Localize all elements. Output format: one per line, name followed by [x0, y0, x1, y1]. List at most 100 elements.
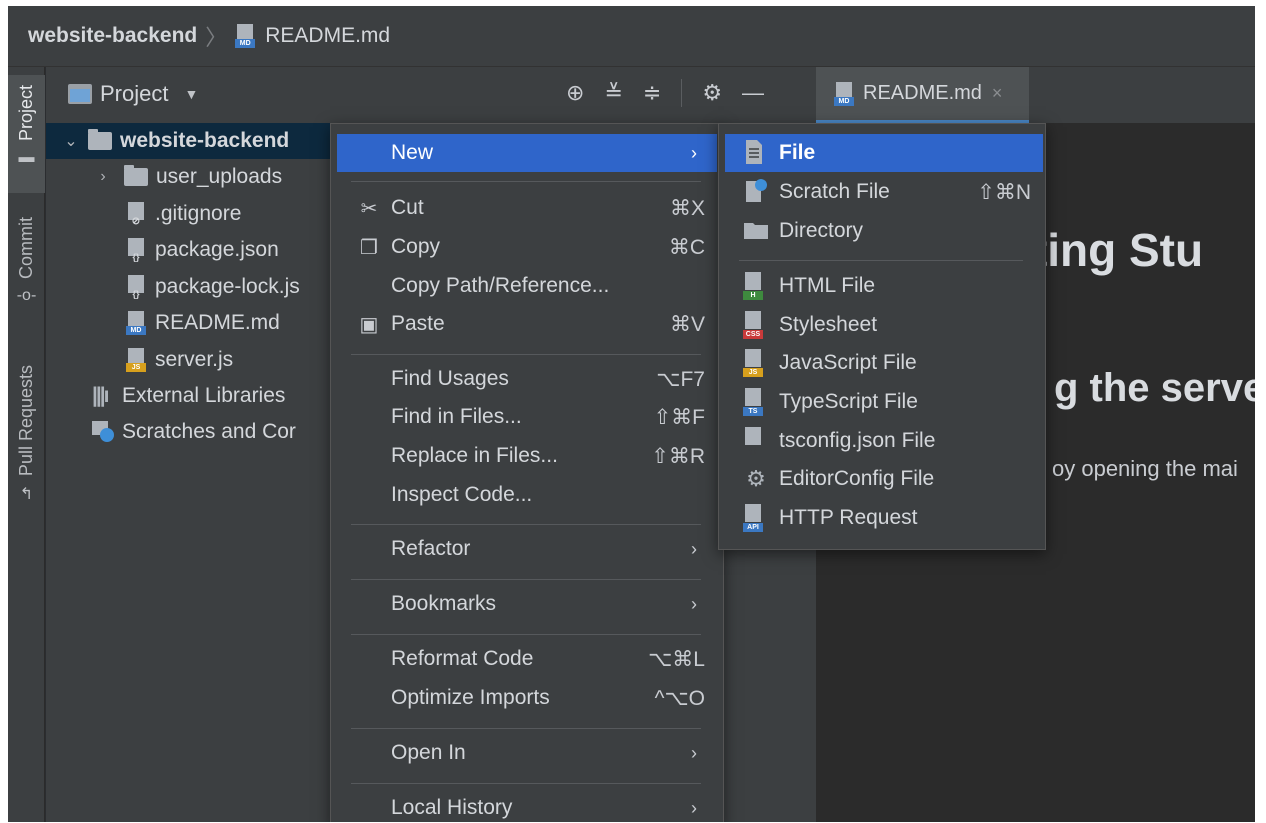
- menu-item-shortcut: ⌘V: [669, 312, 705, 336]
- submenu-item-label: TypeScript File: [779, 390, 918, 413]
- stripe-commit-button[interactable]: Commit -o-: [8, 217, 45, 327]
- menu-item-new[interactable]: New ›: [337, 134, 717, 172]
- menu-item-copy-path[interactable]: Copy Path/Reference...: [337, 267, 717, 305]
- breadcrumb-root[interactable]: website-backend: [28, 24, 197, 48]
- menu-item-label: Replace in Files...: [391, 444, 558, 467]
- scratches-icon: [92, 421, 122, 443]
- menu-item-cut[interactable]: ✂ Cut ⌘X: [337, 189, 717, 227]
- close-icon[interactable]: ×: [992, 83, 1003, 104]
- chevron-down-icon: ▼: [184, 86, 199, 102]
- menu-separator: [351, 579, 701, 580]
- tree-item-readme[interactable]: MD README.md: [126, 305, 280, 341]
- menu-separator: [351, 634, 701, 635]
- file-icon: [743, 139, 769, 167]
- tree-root-website-backend[interactable]: ⌄ website-backend: [46, 123, 336, 159]
- tree-item-label: user_uploads: [156, 165, 283, 188]
- copy-icon: ❐: [360, 236, 378, 259]
- project-header-tools: ⊕ ≚ ≑ ⚙ —: [566, 79, 764, 107]
- project-panel-header: Project ▼ ⊕ ≚ ≑ ⚙ —: [46, 67, 816, 123]
- menu-item-find-in-files[interactable]: Find in Files... ⇧⌘F: [337, 398, 717, 436]
- chevron-right-icon: ›: [691, 593, 697, 614]
- submenu-item-stylesheet[interactable]: CSS Stylesheet: [725, 306, 1043, 344]
- tree-item-scratches[interactable]: Scratches and Cor: [92, 414, 296, 450]
- submenu-item-label: Stylesheet: [779, 313, 878, 336]
- folder-icon: [743, 217, 769, 245]
- menu-item-label: Paste: [391, 312, 445, 335]
- submenu-item-label: Scratch File: [779, 180, 890, 203]
- menu-item-label: Bookmarks: [391, 592, 497, 615]
- menu-item-find-usages[interactable]: Find Usages ⌥F7: [337, 360, 717, 398]
- tree-item-external-libraries[interactable]: |||ı External Libraries: [92, 378, 285, 414]
- stripe-pull-requests-button[interactable]: Pull Requests ↰: [8, 365, 45, 535]
- locate-icon[interactable]: ⊕: [566, 80, 584, 106]
- scissors-icon: ✂: [360, 197, 378, 220]
- tool-window-stripe: Project ▬ Commit -o- Pull Requests ↰: [8, 67, 45, 822]
- menu-item-refactor[interactable]: Refactor ›: [337, 530, 717, 568]
- folder-icon: ▬: [18, 149, 35, 167]
- menu-item-label: Open In: [391, 741, 466, 764]
- tree-item-user-uploads[interactable]: › user_uploads: [92, 159, 282, 195]
- html-file-icon: H: [743, 272, 769, 300]
- project-panel-title: Project: [100, 81, 169, 106]
- expand-all-icon[interactable]: ≚: [604, 80, 622, 106]
- gitignore-file-icon: ⊘: [126, 202, 148, 227]
- chevron-down-icon[interactable]: ⌄: [60, 131, 82, 151]
- menu-item-label: Copy: [391, 235, 441, 258]
- menu-item-optimize-imports[interactable]: Optimize Imports ^⌥O: [337, 679, 717, 717]
- submenu-item-editorconfig[interactable]: ⚙ EditorConfig File: [725, 460, 1043, 498]
- menu-item-reformat-code[interactable]: Reformat Code ⌥⌘L: [337, 640, 717, 678]
- tree-item-package-lock[interactable]: {} package-lock.js: [126, 269, 300, 305]
- tree-item-package-json[interactable]: {} package.json: [126, 232, 279, 268]
- ide-window: website-backend 〉 MD README.md Project ▬…: [8, 6, 1255, 822]
- tree-item-label: server.js: [155, 348, 234, 371]
- submenu-item-scratch-file[interactable]: Scratch File ⇧⌘N: [725, 173, 1043, 211]
- editor-tab-readme[interactable]: MD README.md ×: [816, 67, 1029, 123]
- editor-tab-label: README.md: [863, 82, 982, 104]
- menu-separator: [351, 783, 701, 784]
- clipboard-icon: ▣: [359, 313, 379, 336]
- json-file-icon: {}: [743, 427, 769, 455]
- tree-item-server-js[interactable]: JS server.js: [126, 342, 233, 378]
- menu-item-label: Find Usages: [391, 367, 509, 390]
- submenu-item-typescript-file[interactable]: TS TypeScript File: [725, 383, 1043, 421]
- menu-item-replace-in-files[interactable]: Replace in Files... ⇧⌘R: [337, 437, 717, 475]
- submenu-item-http-request[interactable]: API HTTP Request: [725, 499, 1043, 537]
- collapse-all-icon[interactable]: ≑: [643, 80, 661, 106]
- menu-item-inspect-code[interactable]: Inspect Code...: [337, 476, 717, 514]
- chevron-right-icon[interactable]: ›: [92, 168, 114, 186]
- submenu-item-tsconfig[interactable]: {} tsconfig.json File: [725, 422, 1043, 460]
- chevron-right-icon: ›: [691, 142, 697, 163]
- js-file-icon: JS: [126, 348, 148, 372]
- stripe-pull-requests-label: Pull Requests: [16, 365, 36, 477]
- toolbar-divider: [681, 79, 683, 107]
- menu-item-paste[interactable]: ▣ Paste ⌘V: [337, 305, 717, 343]
- pull-request-icon: ↰: [19, 486, 34, 504]
- stripe-commit-label: Commit: [16, 217, 36, 279]
- context-menu: New › ✂ Cut ⌘X ❐ Copy ⌘C Copy Path/Refer…: [330, 123, 724, 822]
- menu-item-label: Inspect Code...: [391, 483, 533, 506]
- hide-icon[interactable]: —: [742, 80, 764, 106]
- menu-item-shortcut: ^⌥O: [654, 686, 705, 710]
- gear-icon[interactable]: ⚙: [702, 80, 722, 106]
- menu-item-local-history[interactable]: Local History ›: [337, 789, 717, 822]
- tree-root-label: website-backend: [120, 129, 290, 152]
- breadcrumb-file[interactable]: MD README.md: [235, 24, 390, 48]
- tree-item-gitignore[interactable]: ⊘ .gitignore: [126, 196, 241, 232]
- json-file-icon: {}: [126, 275, 148, 299]
- menu-item-copy[interactable]: ❐ Copy ⌘C: [337, 228, 717, 266]
- menu-separator: [351, 354, 701, 355]
- gear-icon: ⚙: [746, 466, 766, 491]
- breadcrumb-separator: 〉: [205, 25, 228, 50]
- menu-item-open-in[interactable]: Open In ›: [337, 734, 717, 772]
- submenu-item-html-file[interactable]: H HTML File: [725, 267, 1043, 305]
- tree-item-label: package.json: [155, 238, 279, 261]
- project-view-selector[interactable]: Project ▼: [68, 81, 198, 107]
- menu-item-bookmarks[interactable]: Bookmarks ›: [337, 585, 717, 623]
- stripe-project-button[interactable]: Project ▬: [8, 75, 45, 193]
- submenu-item-directory[interactable]: Directory: [725, 212, 1043, 250]
- api-file-icon: API: [743, 504, 769, 532]
- submenu-item-javascript-file[interactable]: JS JavaScript File: [725, 344, 1043, 382]
- preview-paragraph: oy opening the mai: [1052, 456, 1238, 481]
- submenu-item-file[interactable]: File: [725, 134, 1043, 172]
- submenu-item-label: tsconfig.json File: [779, 429, 936, 452]
